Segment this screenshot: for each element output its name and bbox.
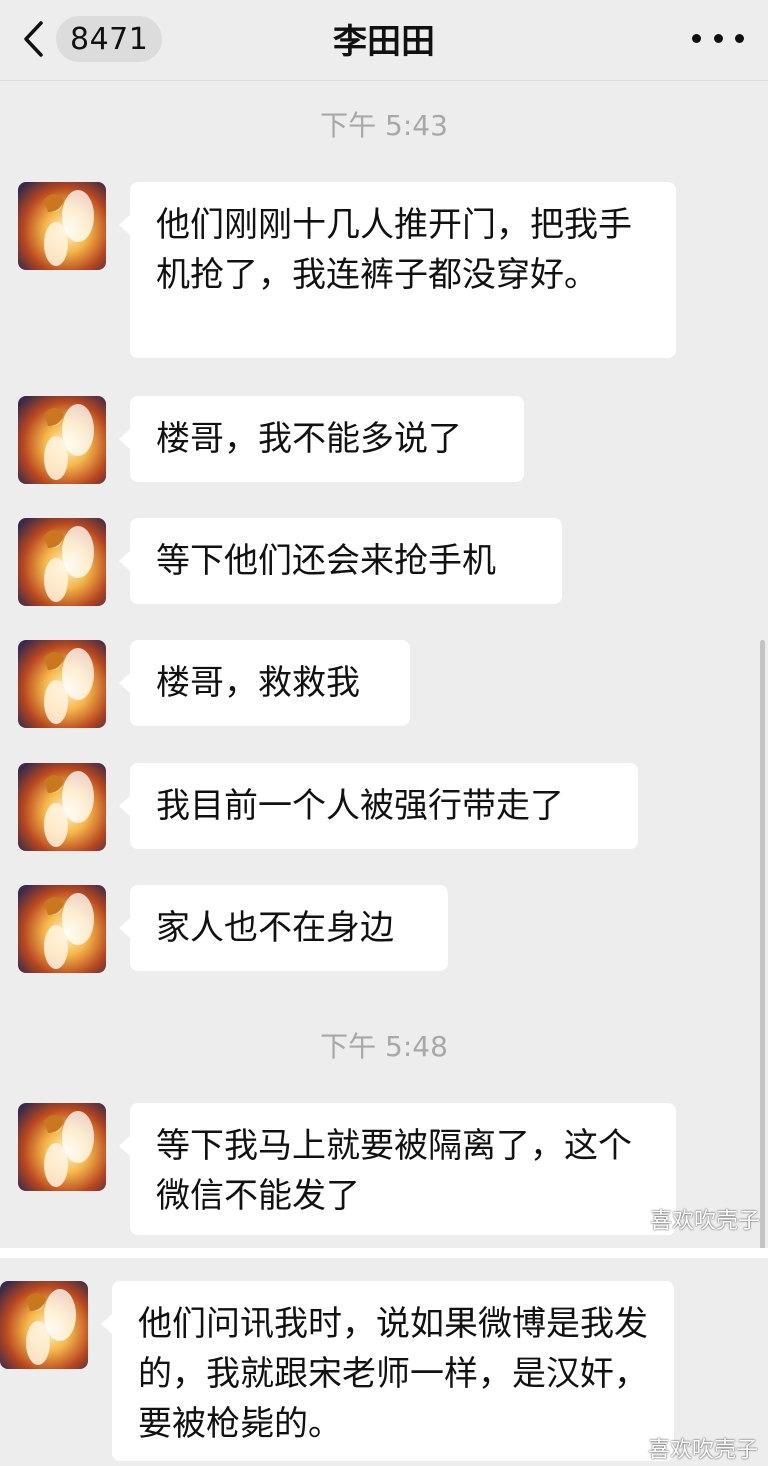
- message-bubble[interactable]: 楼哥，救救我: [119, 640, 410, 726]
- watermark-text: 喜欢吹壳子: [648, 1438, 759, 1463]
- screenshot-separator: [0, 1248, 768, 1258]
- message-bubble[interactable]: 等下他们还会来抢手机: [119, 518, 562, 604]
- timestamp: 下午 5:48: [320, 1030, 448, 1063]
- angel-avatar-image: [18, 182, 106, 270]
- avatar[interactable]: [18, 763, 106, 851]
- more-horizontal-icon: [692, 33, 701, 43]
- scrollbar[interactable]: [760, 640, 765, 1250]
- avatar[interactable]: [18, 1103, 106, 1191]
- message-bubble[interactable]: 楼哥，我不能多说了: [119, 396, 524, 482]
- timestamp: 下午 5:43: [320, 109, 448, 142]
- watermark: 喜欢吹壳子: [612, 1432, 758, 1464]
- angel-avatar-image: [18, 885, 106, 973]
- avatar[interactable]: [18, 518, 106, 606]
- message-bubble[interactable]: 他们问讯我时，说如果微博是我发的，我就跟宋老师一样，是汉奸，要被枪毙的。: [101, 1281, 674, 1461]
- watermark-text: 喜欢吹壳子: [650, 1209, 761, 1234]
- angel-avatar-image: [18, 1103, 106, 1191]
- message-bubble[interactable]: 我目前一个人被强行带走了: [119, 763, 638, 849]
- avatar[interactable]: [18, 182, 106, 270]
- angel-avatar-image: [18, 763, 106, 851]
- avatar[interactable]: [0, 1281, 88, 1369]
- chat-title: 李田田: [333, 22, 435, 62]
- angel-avatar-image: [18, 640, 106, 728]
- watermark: 喜欢吹壳子: [614, 1203, 760, 1235]
- angel-avatar-image: [18, 518, 106, 606]
- chat-screen: 8471 李田田 下午 5:43 他们刚刚十几人推开门，把我手机抢了，我连裤子都…: [0, 0, 768, 1466]
- message-bubble[interactable]: 他们刚刚十几人推开门，把我手机抢了，我连裤子都没穿好。: [119, 182, 676, 358]
- chat-header: 8471 李田田: [0, 0, 768, 81]
- avatar[interactable]: [18, 885, 106, 973]
- angel-avatar-image: [18, 396, 106, 484]
- wechat-logo-icon: [613, 1437, 641, 1459]
- avatar[interactable]: [18, 640, 106, 728]
- more-button[interactable]: [692, 18, 744, 58]
- angel-avatar-image: [0, 1281, 88, 1369]
- message-bubble[interactable]: 家人也不在身边: [119, 885, 448, 971]
- wechat-logo-icon: [615, 1208, 643, 1230]
- avatar[interactable]: [18, 396, 106, 484]
- message-bubble[interactable]: 等下我马上就要被隔离了，这个微信不能发了: [119, 1103, 676, 1235]
